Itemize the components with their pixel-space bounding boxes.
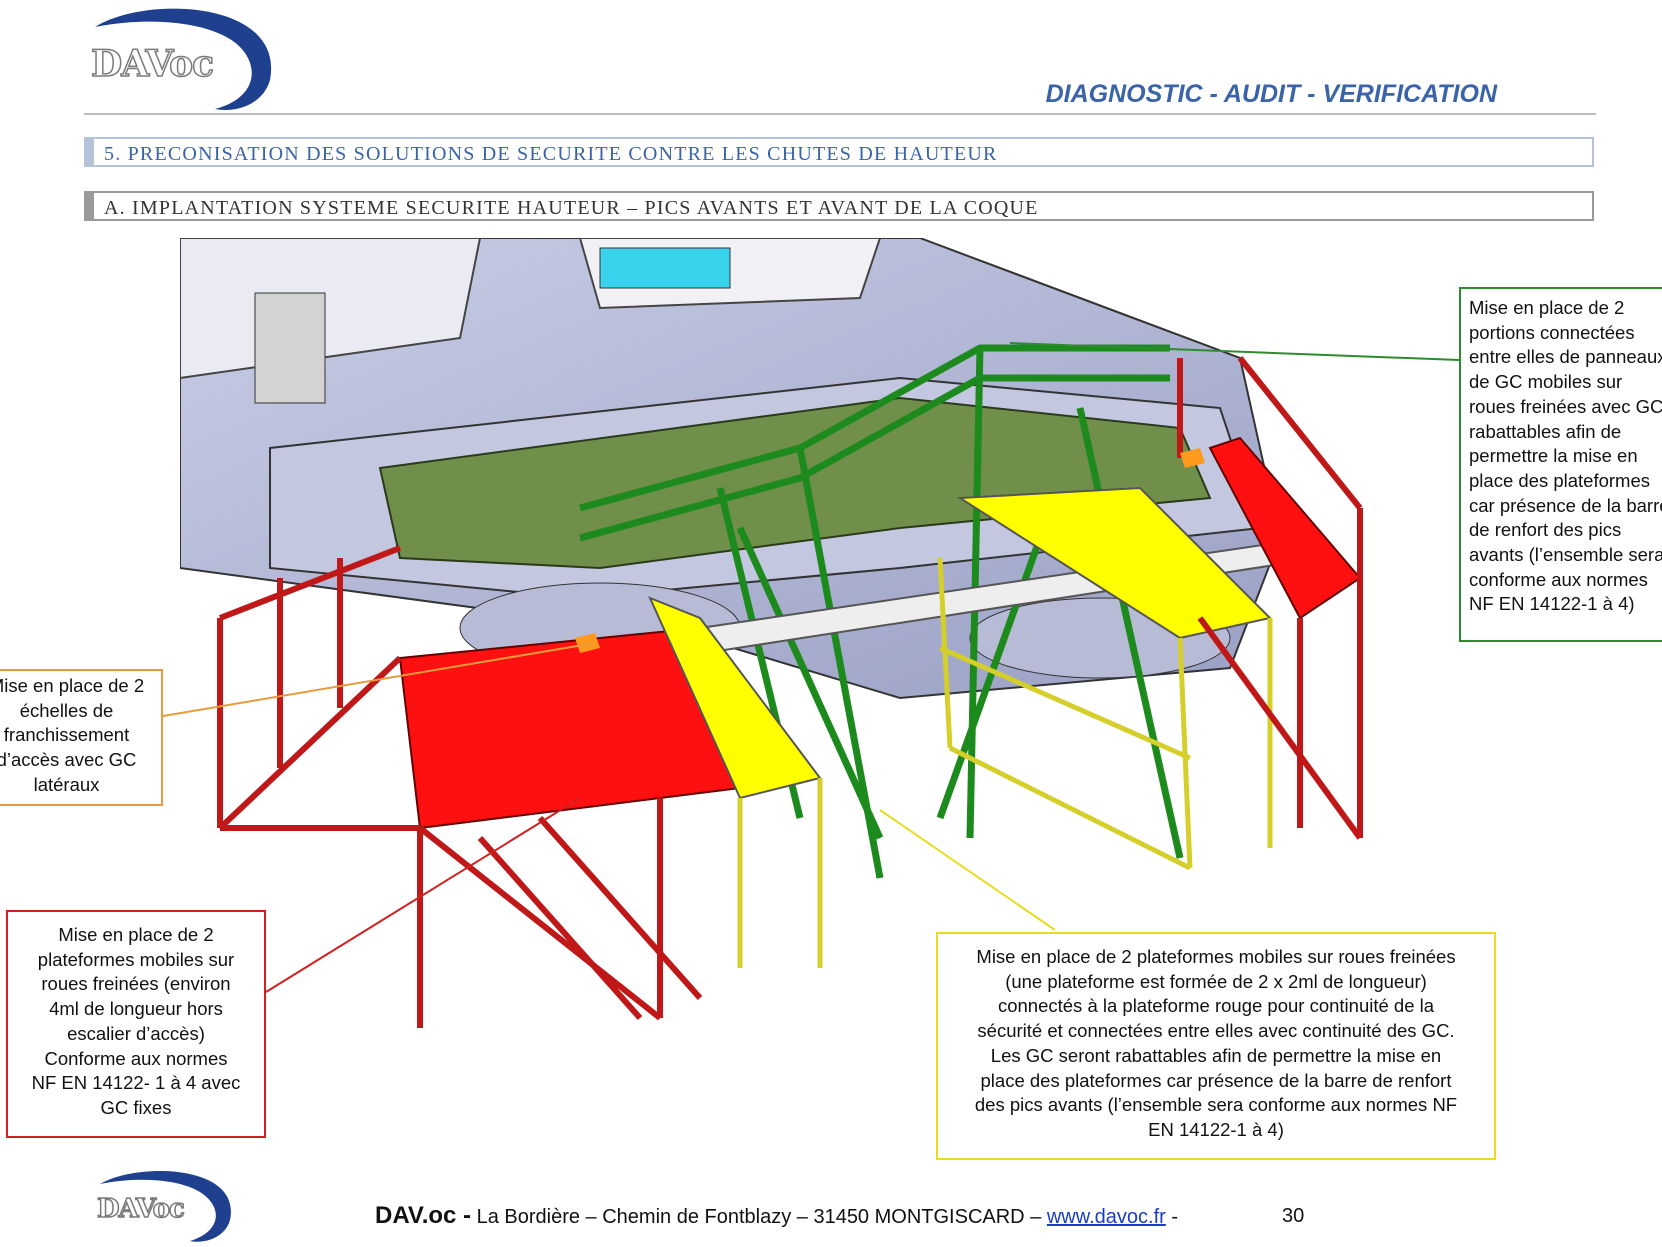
callout-line: Mise en place de 2 — [58, 924, 214, 945]
callout-line: NF EN 14122- 1 à 4 avec — [31, 1072, 241, 1094]
callout-line: Les GC seront rabattables afin de permet… — [990, 1044, 1442, 1066]
callout-line: rabattables afin de — [1469, 420, 1622, 442]
footer-address-text: La Bordière – Chemin de Fontblazy – 3145… — [471, 1206, 1047, 1228]
callout-orange-ladders: Mise en place de 2 échelles de franchiss… — [0, 669, 163, 806]
callout-line: NF EN 14122-1 à 4) — [1469, 593, 1635, 615]
callout-line: sécurité et connectées entre elles avec … — [977, 1020, 1455, 1042]
callout-line: Conforme aux normes — [44, 1047, 228, 1069]
footer-address: DAV.oc - La Bordière – Chemin de Fontbla… — [375, 1202, 1178, 1230]
callout-line: permettre la mise en — [1469, 445, 1638, 467]
callout-line: car présence de la barre — [1469, 494, 1662, 516]
callout-yellow-platforms: Mise en place de 2 plateformes mobiles s… — [936, 932, 1496, 1160]
callout-line: latéraux — [33, 773, 100, 795]
callout-line: d’accès avec GC — [0, 749, 137, 771]
callout-line: des pics avants (l’ensemble sera conform… — [974, 1094, 1458, 1116]
footer-trail: - — [1165, 1206, 1179, 1228]
logo-text: DAVoc — [96, 1193, 185, 1225]
callout-line: roues freinées (environ — [41, 973, 231, 995]
callout-line: Mise en place de 2 — [1469, 297, 1625, 318]
callout-line: GC fixes — [100, 1096, 172, 1118]
footer-brand: DAV.oc - — [375, 1202, 472, 1229]
callout-line: de renfort des pics — [1469, 519, 1622, 541]
callout-line: place des plateformes — [1469, 469, 1650, 491]
callout-line: entre elles de panneaux — [1469, 346, 1662, 368]
callout-red-platforms: Mise en place de 2 plateformes mobiles s… — [6, 910, 266, 1138]
callout-line: Mise en place de 2 plateformes mobiles s… — [976, 946, 1456, 967]
callout-line: portions connectées — [1469, 321, 1635, 343]
footer-website-link[interactable]: www.davoc.fr — [1047, 1206, 1166, 1228]
callout-line: conforme aux normes — [1469, 568, 1648, 590]
callout-line: EN 14122-1 à 4) — [1148, 1118, 1284, 1140]
callout-line: 4ml de longueur hors — [49, 998, 223, 1020]
callout-line: Mise en place de 2 — [0, 675, 145, 696]
page-number: 30 — [1282, 1205, 1305, 1227]
callout-line: de GC mobiles sur — [1469, 371, 1623, 393]
callout-line: plateformes mobiles sur — [37, 948, 235, 970]
callout-line: place des plateformes car présence de la… — [980, 1069, 1452, 1091]
callout-line: échelles de — [19, 699, 114, 721]
callout-line: connectés à la plateforme rouge pour con… — [997, 995, 1435, 1017]
callout-line: franchissement — [3, 724, 130, 746]
callout-green-panels: Mise en place de 2 portions connectées e… — [1459, 287, 1662, 642]
callout-line: avants (l’ensemble sera — [1469, 544, 1662, 566]
callout-line: roues freinées avec GC — [1469, 395, 1662, 417]
callout-line: escalier d’accès) — [67, 1022, 205, 1044]
callout-line: (une plateforme est formée de 2 x 2ml de… — [1005, 970, 1427, 992]
footer-logo: DAVoc — [92, 1168, 232, 1244]
